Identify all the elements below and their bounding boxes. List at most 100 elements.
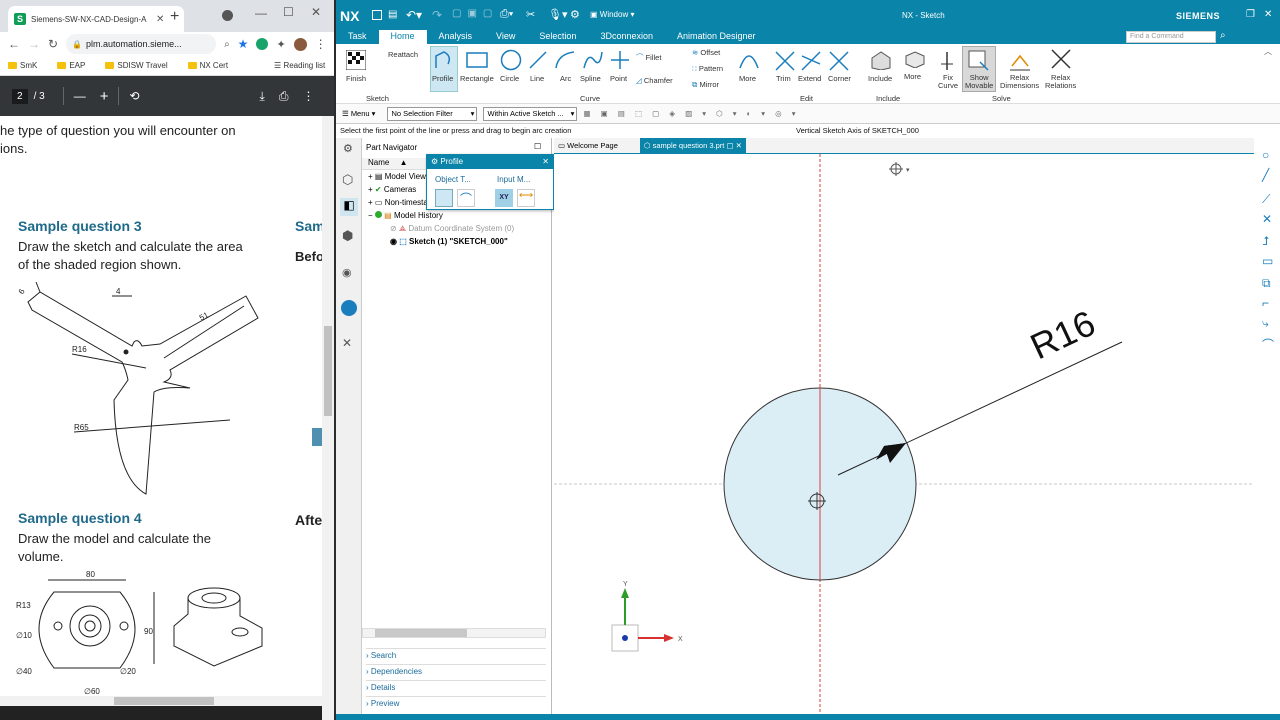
tree-item[interactable]: ⊘ ⟁ Datum Coordinate System (0) [390, 224, 514, 234]
maximize-panel-icon[interactable]: ☐ [534, 142, 541, 151]
rectangle-button[interactable]: Rectangle [460, 74, 494, 83]
zoom-out-button[interactable]: — [74, 89, 86, 103]
search-icon[interactable]: ⌕ [1220, 30, 1226, 41]
line-tool-icon[interactable]: ╱ [1262, 168, 1269, 182]
close-icon[interactable]: ✕ [542, 155, 549, 169]
close-tab-icon[interactable]: ✕ [156, 14, 164, 25]
bookmark-item[interactable]: EAP [57, 61, 85, 70]
scope-dropdown[interactable]: Within Active Sketch ... ▾ [483, 106, 578, 121]
horizontal-scrollbar[interactable] [0, 696, 322, 706]
panel-section[interactable]: › Search [366, 648, 546, 660]
fix-curve-button[interactable]: Fix Curve [938, 74, 958, 90]
maximize-button[interactable]: ☐ [283, 5, 294, 19]
history-icon[interactable]: ◉ [342, 266, 352, 279]
selection-filter-dropdown[interactable]: No Selection Filter ▾ [387, 106, 478, 121]
arc-tool-icon[interactable]: ⤷ [1262, 316, 1269, 331]
snap-target-icon[interactable]: ▾ [889, 162, 910, 176]
tab-selection[interactable]: Selection [527, 30, 588, 44]
scrollbar-thumb[interactable] [375, 629, 467, 637]
new-tab-button[interactable]: + [170, 8, 179, 26]
bookmark-item[interactable]: SDISW Travel [105, 61, 168, 70]
name-column-header[interactable]: Name [368, 158, 389, 167]
tab-3dconnexion[interactable]: 3Dconnexion [588, 30, 665, 44]
pattern-button[interactable]: ∷ Pattern [692, 64, 723, 73]
include-tool-icon[interactable]: ⧉ [1262, 276, 1271, 291]
more-include-button[interactable]: More [904, 72, 921, 81]
more-vert-icon[interactable]: ⋮ [302, 89, 314, 103]
menu-button[interactable]: ☰ Menu ▾ [342, 109, 375, 118]
more-vert-icon[interactable]: ⋮ [315, 37, 327, 51]
close-window-button[interactable]: ✕ [1264, 9, 1272, 20]
open-icon[interactable]: ▤ [388, 9, 397, 20]
point-button[interactable]: Point [610, 74, 627, 83]
relax-relations-button[interactable]: Relax Relations [1045, 74, 1076, 90]
tab-view[interactable]: View [484, 30, 527, 44]
close-icon[interactable]: ▢ ✕ [726, 141, 741, 150]
arc-type-icon[interactable]: ⌒ [457, 189, 475, 207]
part-navigator-icon[interactable]: ◧ [340, 198, 358, 216]
forward-icon[interactable]: → [28, 37, 40, 51]
nav-hscroll[interactable] [362, 628, 546, 638]
corner-button[interactable]: Corner [828, 74, 851, 83]
finish-button[interactable]: Finish [346, 74, 366, 83]
reading-list-button[interactable]: ☰ Reading list [274, 61, 325, 70]
restore-icon[interactable]: ❐ [1246, 9, 1255, 20]
constraint-tool-icon[interactable]: ⌒ [1262, 336, 1274, 353]
mic-icon[interactable]: 🎙▾ [548, 8, 568, 21]
rotate-icon[interactable]: ⟲ [129, 89, 139, 103]
window-menu[interactable]: ▣ Window ▾ [590, 10, 634, 19]
tree-item-selected[interactable]: ◉ ⬚ Sketch (1) "SKETCH_000" [390, 237, 508, 246]
roles-icon[interactable]: ✕ [342, 336, 352, 350]
zoom-icon[interactable]: ⌕ [224, 39, 230, 50]
tree-item[interactable]: − ▤ Model History [368, 211, 443, 220]
quick-access-icons[interactable]: ▢▣▢ [452, 8, 498, 19]
page-number-input[interactable]: 2 [12, 88, 28, 104]
command-finder[interactable]: Find a Command [1126, 31, 1216, 43]
tab-home[interactable]: Home [378, 30, 427, 44]
doc-tab-active[interactable]: ⬡ sample question 3.prt ▢ ✕ [640, 138, 746, 154]
bookmark-item[interactable]: NX Cert [187, 61, 228, 70]
trim-button[interactable]: Trim [776, 74, 791, 83]
rectangle-tool-icon[interactable]: ▭ [1262, 254, 1273, 268]
extension-icon[interactable] [256, 38, 269, 50]
avatar[interactable] [293, 37, 307, 51]
cut-icon[interactable]: ✂ [526, 8, 535, 21]
chamfer-button[interactable]: ◿ Chamfer [636, 76, 673, 85]
sketch-canvas[interactable]: R16 ▾ Y X [554, 154, 1254, 714]
browser-tab[interactable]: S Siemens-SW-NX-CAD-Design-A ✕ [8, 6, 184, 32]
reattach-button[interactable]: Reattach [388, 50, 418, 59]
arc-button[interactable]: Arc [560, 74, 571, 83]
vertical-scrollbar[interactable] [322, 116, 334, 720]
trim-tool-icon[interactable]: ✕ [1262, 212, 1272, 226]
more-curve-button[interactable]: More [739, 74, 756, 83]
address-bar[interactable]: 🔒 plm.automation.sieme... [66, 34, 217, 54]
minimize-button[interactable]: — [255, 6, 267, 20]
offset-button[interactable]: ≋ Offset [692, 48, 720, 57]
print-icon[interactable]: ⎙▾ [500, 8, 513, 21]
snap-tool-icons[interactable]: ▦ ▣ ▤ ⬚ ▢ ◈ ▨ ▾ ⬡ ▾ ◐ ▾ ◎ ▾ [583, 109, 799, 118]
spline-tool-icon[interactable]: ⟋ [1262, 192, 1270, 207]
tree-item[interactable]: + ✔ Cameras [368, 185, 416, 194]
tab-animation-designer[interactable]: Animation Designer [665, 30, 768, 44]
bookmark-item[interactable]: SmK [8, 61, 37, 70]
offset-tool-icon[interactable]: ⌐ [1262, 296, 1269, 310]
fillet-button[interactable]: ⌒ Fillet [636, 52, 661, 63]
circle-tool-icon[interactable]: ○ [1262, 148, 1269, 162]
panel-section[interactable]: › Dependencies [366, 664, 546, 676]
zoom-in-button[interactable]: + [100, 88, 109, 105]
download-icon[interactable]: ⤓ [260, 89, 265, 104]
touch-icon[interactable]: ⚙ [570, 8, 580, 21]
panel-section[interactable]: › Details [366, 680, 546, 692]
print-icon[interactable]: ⎙ [279, 89, 289, 104]
redo-icon[interactable]: ↷ [432, 8, 442, 22]
show-movable-button[interactable]: Show Movable [965, 74, 993, 90]
undo-icon[interactable]: ↶▾ [406, 8, 422, 22]
ribbon-collapse-icon[interactable]: ︿ [1264, 46, 1272, 57]
scrollbar-thumb[interactable] [324, 326, 332, 416]
parameter-mode-icon[interactable]: ⟷ [517, 189, 535, 207]
assembly-navigator-icon[interactable]: ⬡ [342, 172, 353, 188]
line-button[interactable]: Line [530, 74, 544, 83]
bookmark-star-icon[interactable]: ★ [238, 37, 249, 51]
tab-task[interactable]: Task [336, 30, 379, 44]
reload-icon[interactable]: ↻ [48, 37, 58, 51]
